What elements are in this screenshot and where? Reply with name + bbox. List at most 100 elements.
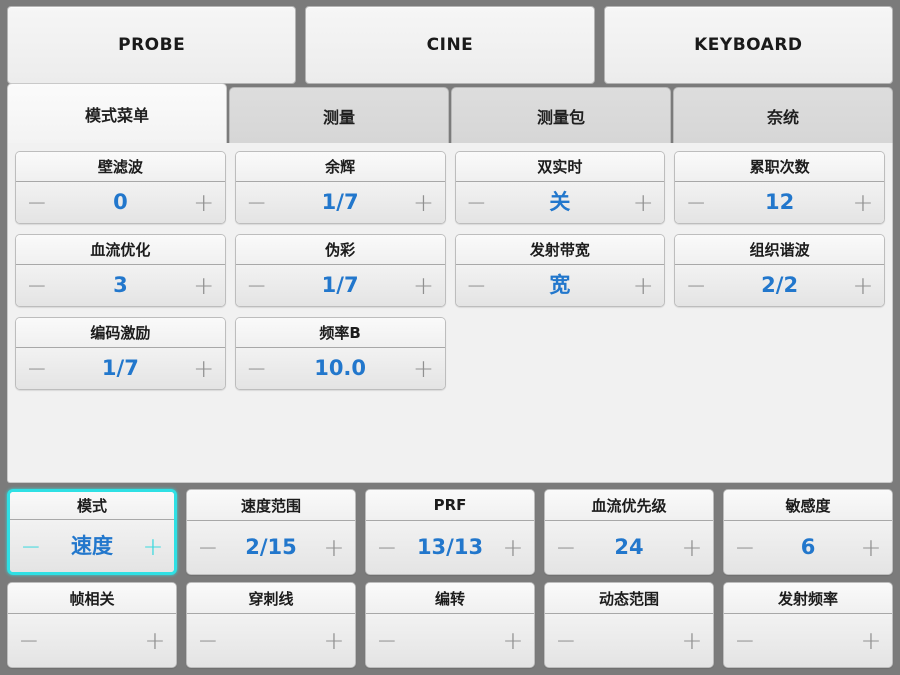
minus-icon[interactable]: − [460, 190, 494, 215]
minus-icon[interactable]: − [370, 628, 404, 653]
param-value: 24 [614, 535, 644, 559]
param-stepper: − 宽 + [455, 265, 665, 306]
parameter-grid: 壁滤波 −0 + 余辉 −1/7 + 双实时 − 关 + 累职次数 −12 + 血流优化 −3 + 伪彩 −1/7… [15, 151, 885, 390]
tab-measure[interactable]: 测量 [229, 87, 449, 143]
param-value: 速度 [71, 533, 113, 558]
plus-icon[interactable]: + [138, 628, 172, 653]
param-value: 13/13 [416, 535, 484, 559]
minus-icon[interactable]: − [12, 628, 46, 653]
plus-icon[interactable]: + [675, 628, 709, 653]
plus-icon[interactable]: + [317, 628, 351, 653]
param-cell[interactable]: 伪彩 − 1/7 + [234, 234, 446, 307]
plus-icon[interactable]: + [187, 356, 221, 381]
param-cell[interactable]: PRF −13/13 + [365, 489, 535, 575]
plus-icon[interactable]: + [407, 273, 441, 298]
param-label: 双实时 [455, 152, 665, 182]
param-stepper: − 关 + [455, 182, 665, 223]
minus-icon[interactable]: − [240, 356, 274, 381]
minus-icon[interactable]: − [679, 190, 713, 215]
param-label: 编转 [366, 583, 534, 614]
tab-system-label: 奈统 [766, 107, 799, 127]
plus-icon[interactable]: + [496, 535, 530, 560]
param-cell[interactable]: 血流优先级 − 24 + [544, 489, 714, 575]
param-value: 6 [800, 535, 816, 559]
plus-icon[interactable]: + [846, 190, 880, 215]
plus-icon[interactable]: + [626, 190, 660, 215]
minus-icon[interactable]: − [679, 273, 713, 298]
param-cell[interactable]: 发射带宽 − 宽 + [454, 234, 666, 307]
plus-icon[interactable]: + [854, 628, 888, 653]
param-stepper: − 1/7 + [16, 348, 225, 389]
param-stepper: − 6 + [724, 521, 892, 574]
param-cell[interactable]: 编码激励 − 1/7 + [15, 317, 226, 390]
param-label: 动态范围 [545, 583, 713, 614]
plus-icon[interactable]: + [407, 190, 441, 215]
plus-icon[interactable]: + [626, 273, 660, 298]
param-value: 10.0 [314, 356, 367, 380]
param-stepper: − 1/7 + [235, 265, 445, 306]
plus-icon[interactable]: + [317, 535, 351, 560]
plus-icon[interactable]: + [136, 534, 170, 559]
plus-icon[interactable]: + [675, 535, 709, 560]
param-stepper: − 2/2 + [675, 265, 884, 306]
minus-icon[interactable]: − [460, 273, 494, 298]
param-value: 1/7 [101, 356, 139, 380]
minus-icon[interactable]: − [728, 628, 762, 653]
param-cell[interactable]: 帧相关 − + [7, 582, 177, 668]
param-cell[interactable]: 速度范围 −2/15 + [186, 489, 356, 575]
minus-icon[interactable]: − [549, 535, 583, 560]
param-cell[interactable]: 壁滤波 − 0 + [15, 151, 226, 224]
param-label: 编码激励 [16, 318, 225, 348]
minus-icon[interactable]: − [191, 628, 225, 653]
param-label: 敏感度 [724, 490, 892, 521]
param-cell[interactable]: 发射频率 − + [723, 582, 893, 668]
param-cell[interactable]: 余辉 − 1/7 + [234, 151, 446, 224]
plus-icon[interactable]: + [854, 535, 888, 560]
minus-icon[interactable]: − [240, 190, 274, 215]
param-stepper: − + [545, 614, 713, 667]
minus-icon[interactable]: − [549, 628, 583, 653]
param-label: PRF [366, 490, 534, 521]
param-stepper: − 0 + [16, 182, 225, 223]
param-label: 累职次数 [675, 152, 884, 182]
param-value: 12 [765, 190, 795, 214]
param-cell[interactable]: 频率B − 10.0 + [234, 317, 446, 390]
param-cell[interactable]: 血流优化 − 3 + [15, 234, 226, 307]
plus-icon[interactable]: + [187, 190, 221, 215]
param-cell[interactable]: 穿刺线 − + [186, 582, 356, 668]
param-label: 频率B [235, 318, 445, 348]
tab-measure-package[interactable]: 测量包 [451, 87, 671, 143]
plus-icon[interactable]: + [846, 273, 880, 298]
param-cell[interactable]: 编转 − + [365, 582, 535, 668]
param-cell[interactable]: 组织谐波 − 2/2 + [674, 234, 885, 307]
tab-system[interactable]: 奈统 [673, 87, 893, 143]
cine-button[interactable]: CINE [305, 6, 595, 84]
minus-icon[interactable]: − [20, 190, 54, 215]
minus-icon[interactable]: − [728, 535, 762, 560]
plus-icon[interactable]: + [187, 273, 221, 298]
minus-icon[interactable]: − [20, 273, 54, 298]
param-label: 壁滤波 [16, 152, 225, 182]
cine-button-label: CINE [426, 35, 474, 55]
minus-icon[interactable]: − [370, 535, 404, 560]
param-stepper: − 24 + [545, 521, 713, 574]
param-cell[interactable]: 动态范围 − + [544, 582, 714, 668]
minus-icon[interactable]: − [191, 535, 225, 560]
ultrasound-control-panel: PROBE CINE KEYBOARD 模式菜单 测量 测量包 奈统 壁滤波 −0… [0, 0, 900, 675]
param-cell[interactable]: 模式 − 速度 + [7, 489, 177, 575]
minus-icon[interactable]: − [240, 273, 274, 298]
minus-icon[interactable]: − [20, 356, 54, 381]
param-stepper: − + [187, 614, 355, 667]
plus-icon[interactable]: + [407, 356, 441, 381]
keyboard-button[interactable]: KEYBOARD [603, 6, 893, 84]
tab-mode-menu[interactable]: 模式菜单 [7, 83, 227, 143]
param-stepper: − 3 + [16, 265, 225, 306]
minus-icon[interactable]: − [14, 534, 48, 559]
probe-button[interactable]: PROBE [7, 6, 297, 84]
plus-icon[interactable]: + [496, 628, 530, 653]
param-cell[interactable]: 双实时 − 关 + [454, 151, 666, 224]
bottom-row-1: 模式 − 速度 + 速度范围 −2/15 + PRF −13/13 + 血流优先级 −24 + 敏感度 −6… [7, 489, 893, 575]
tab-measure-package-label: 测量包 [536, 107, 585, 127]
param-cell[interactable]: 敏感度 − 6 + [723, 489, 893, 575]
param-cell[interactable]: 累职次数 − 12 + [674, 151, 885, 224]
